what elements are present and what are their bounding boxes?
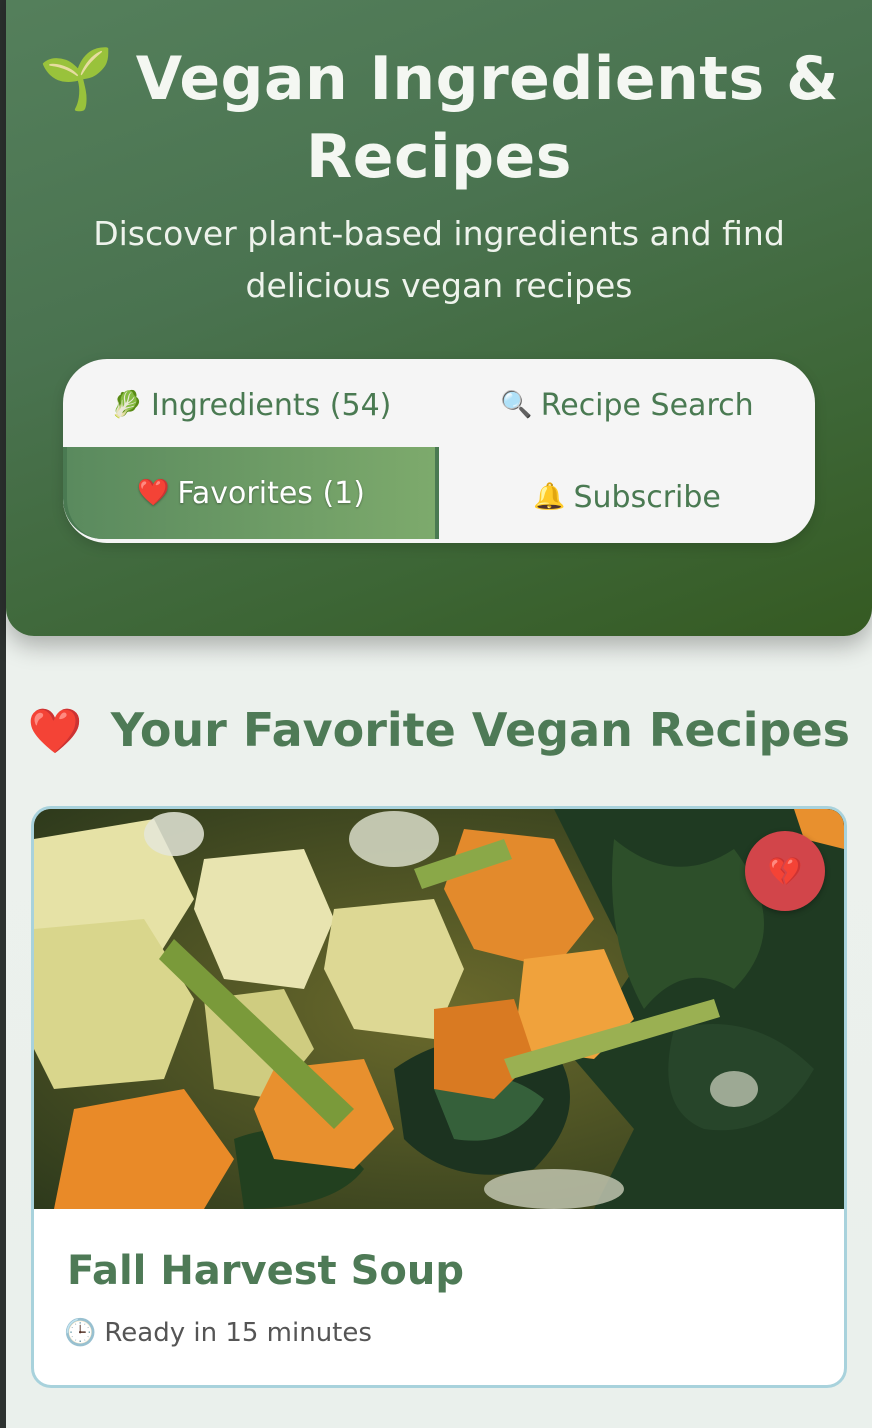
recipe-title[interactable]: Fall Harvest Soup [67, 1243, 464, 1299]
page: 🌱 Vegan Ingredients & Recipes Discover p… [6, 0, 872, 1428]
remove-favorite-button[interactable]: 💔 [745, 831, 825, 911]
tab-label: Recipe Search [540, 387, 754, 423]
leafy-green-icon: 🥬 [110, 390, 143, 420]
favorites-heading: ❤️ Your Favorite Vegan Recipes [6, 700, 872, 762]
search-icon: 🔍 [500, 390, 533, 420]
tab-subscribe[interactable]: 🔔 Subscribe [439, 451, 815, 543]
broken-heart-icon: 💔 [767, 854, 803, 888]
heart-icon: ❤️ [27, 706, 83, 757]
tab-bar: 🥬 Ingredients (54) 🔍 Recipe Search ❤️ Fa… [63, 359, 815, 543]
page-subtitle: Discover plant-based ingredients and fin… [93, 214, 785, 305]
tab-label: Ingredients (54) [150, 387, 392, 423]
heart-icon: ❤️ [137, 478, 170, 508]
page-title-text: Vegan Ingredients & Recipes [135, 44, 839, 192]
header: 🌱 Vegan Ingredients & Recipes Discover p… [6, 0, 872, 636]
tab-label: Subscribe [573, 479, 721, 515]
tab-label: Favorites (1) [177, 475, 365, 511]
bell-icon: 🔔 [533, 482, 566, 512]
seedling-icon: 🌱 [39, 44, 115, 114]
favorites-heading-text: Your Favorite Vegan Recipes [110, 703, 851, 757]
tab-recipe-search[interactable]: 🔍 Recipe Search [439, 359, 815, 451]
ready-time: 🕒 Ready in 15 minutes [64, 1315, 372, 1351]
tab-favorites[interactable]: ❤️ Favorites (1) [63, 447, 439, 539]
ready-time-text: Ready in 15 minutes [104, 1318, 372, 1348]
recipe-image[interactable]: 💔 [34, 809, 844, 1209]
clock-icon: 🕒 [64, 1318, 97, 1348]
page-title: 🌱 Vegan Ingredients & Recipes [6, 40, 872, 196]
soup-photo-illustration [34, 809, 844, 1209]
recipe-card[interactable]: 💔 Fall Harvest Soup 🕒 Ready in 15 minute… [31, 806, 847, 1388]
tab-ingredients[interactable]: 🥬 Ingredients (54) [63, 359, 439, 451]
